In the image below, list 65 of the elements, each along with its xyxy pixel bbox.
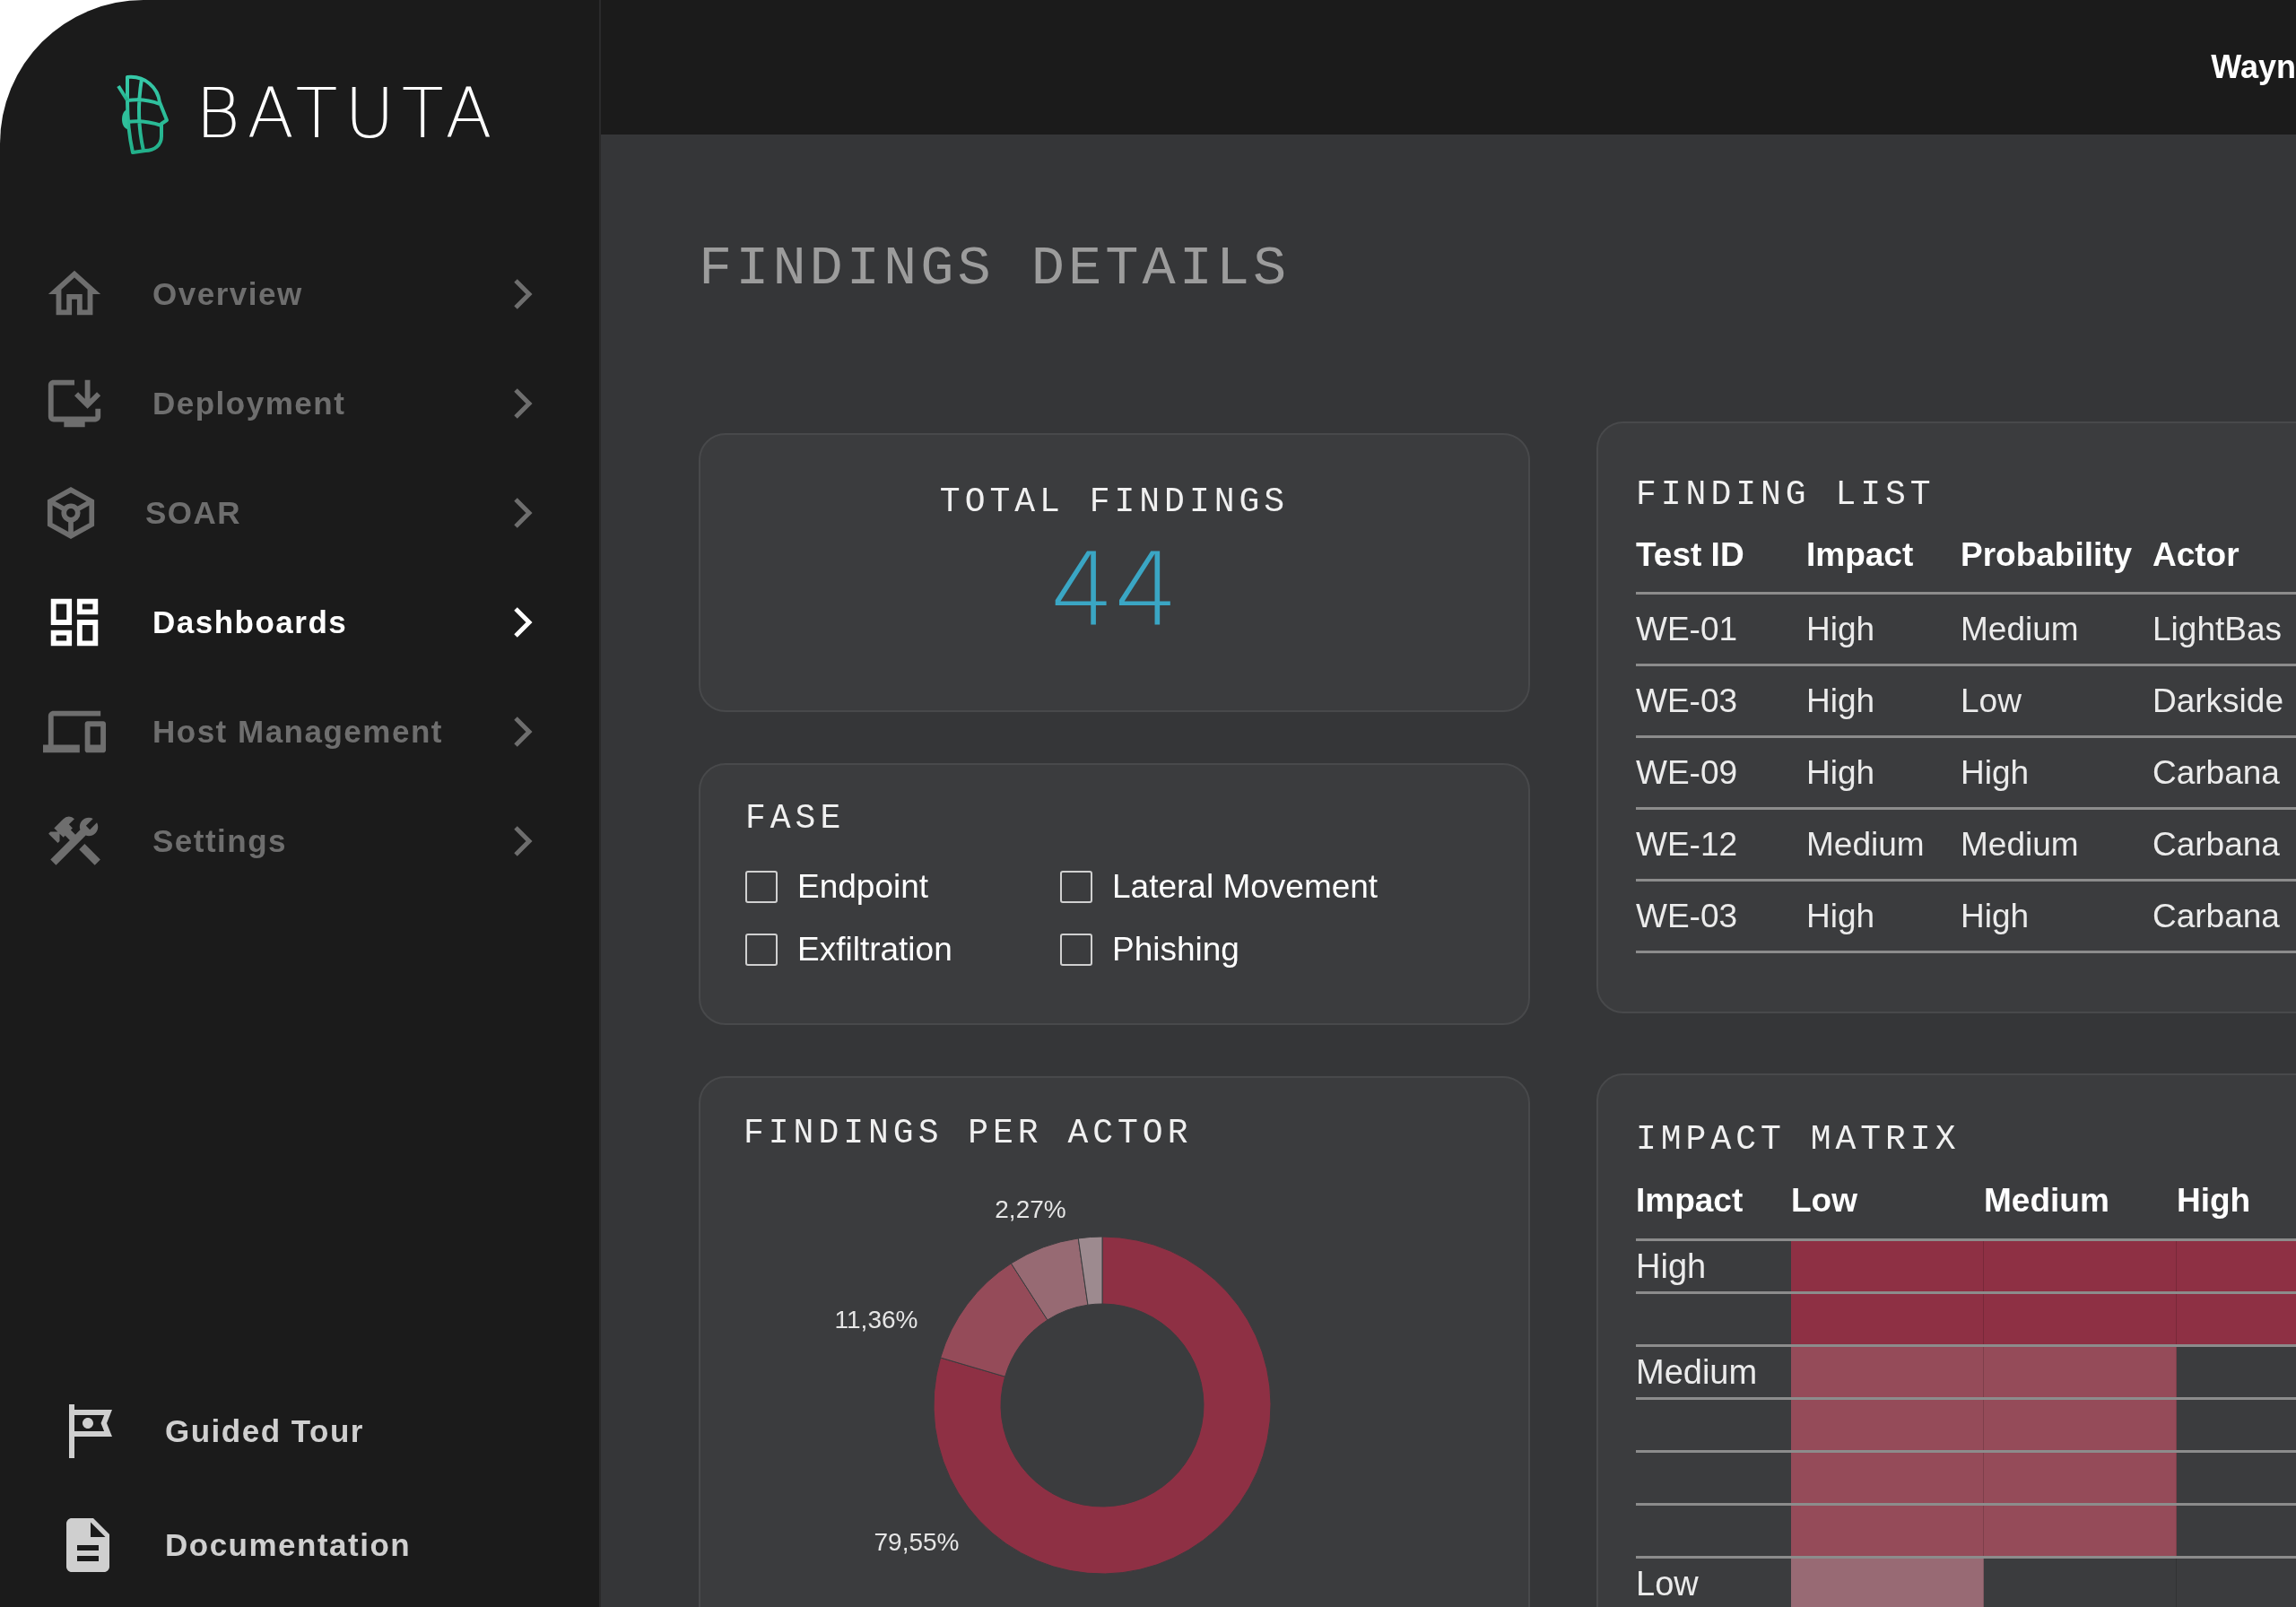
nav-item[interactable]: Deployment — [0, 349, 599, 458]
user-name[interactable]: Wayn — [2211, 48, 2296, 86]
checkbox-label: Phishing — [1112, 930, 1239, 969]
checkbox[interactable] — [745, 934, 778, 966]
column-header: Impact — [1806, 535, 1915, 574]
checkbox[interactable] — [1060, 934, 1092, 966]
slice-label: 2,27% — [995, 1195, 1066, 1224]
nav-item[interactable]: Documentation — [0, 1488, 599, 1602]
table-cell-text: WE-01 — [1636, 610, 1739, 648]
column-header: Low — [1791, 1181, 1858, 1220]
slice-label: 11,36% — [834, 1306, 918, 1334]
table-cell-text: WE-03 — [1636, 897, 1739, 935]
chevron-icon — [513, 497, 533, 529]
table-cell-text: WE-03 — [1636, 682, 1739, 720]
nav-item[interactable]: Host Management — [0, 677, 599, 786]
checkbox[interactable] — [1060, 871, 1092, 903]
row-label: High — [1636, 1247, 1708, 1286]
table-cell-text: High — [1961, 753, 2031, 792]
column-header: Medium — [1984, 1181, 2110, 1220]
column-header: Probability — [1961, 535, 2134, 574]
table-cell-text: Carbana — [2152, 825, 2281, 864]
table-cell-text: High — [1806, 682, 1876, 720]
nav-item[interactable]: Overview — [0, 239, 599, 349]
brand-name: BATUTA — [196, 74, 500, 154]
column-header: Test ID — [1636, 535, 1745, 574]
chevron-icon — [513, 716, 533, 748]
column-header: Impact — [1636, 1181, 1744, 1220]
checkbox-label: Lateral Movement — [1112, 867, 1378, 907]
chevron-icon — [513, 278, 533, 310]
table-cell-text: Low — [1961, 682, 2022, 720]
nav-item[interactable]: Dashboards — [0, 568, 599, 677]
row-label: Medium — [1636, 1352, 1759, 1392]
table-cell-text: High — [1806, 897, 1876, 935]
card-title: FASE — [745, 798, 847, 839]
table-cell-text: Medium — [1961, 610, 2080, 648]
row-label: Low — [1636, 1564, 1700, 1603]
chevron-icon — [513, 387, 533, 420]
table-cell-text: Darkside — [2152, 682, 2284, 720]
table-cell-text: Medium — [1806, 825, 1926, 864]
card-title: TOTAL FINDINGS — [938, 482, 1291, 523]
chevron-icon — [513, 825, 533, 857]
table-cell-text: LightBas — [2152, 610, 2283, 648]
nav-item[interactable]: Guided Tour — [0, 1374, 599, 1488]
table-cell-text: Carbana — [2152, 753, 2281, 792]
table-cell-text: High — [1961, 897, 2031, 935]
slice-label: 79,55% — [874, 1528, 960, 1557]
findings-count: 44 — [1050, 532, 1178, 648]
column-header: High — [2177, 1181, 2252, 1220]
nav-item[interactable]: Settings — [0, 786, 599, 896]
table-cell-text: High — [1806, 610, 1876, 648]
table-cell-text: WE-12 — [1636, 825, 1739, 864]
checkbox-label: Endpoint — [797, 867, 929, 907]
card-title: IMPACT MATRIX — [1636, 1119, 1961, 1160]
checkbox[interactable] — [745, 871, 778, 903]
table-cell-text: Carbana — [2152, 897, 2281, 935]
table-cell-text: High — [1806, 753, 1876, 792]
chevron-icon — [513, 606, 533, 638]
nav-item[interactable]: SOAR — [0, 458, 599, 568]
table-cell-text: Medium — [1961, 825, 2080, 864]
page-title: FINDINGS DETAILS — [699, 236, 1292, 302]
card-title: FINDING LIST — [1636, 474, 1936, 516]
card-title: FINDINGS PER ACTOR — [744, 1113, 1194, 1154]
checkbox-label: Exfiltration — [797, 930, 952, 969]
column-header: Actor — [2152, 535, 2240, 574]
table-cell-text: WE-09 — [1636, 753, 1739, 792]
